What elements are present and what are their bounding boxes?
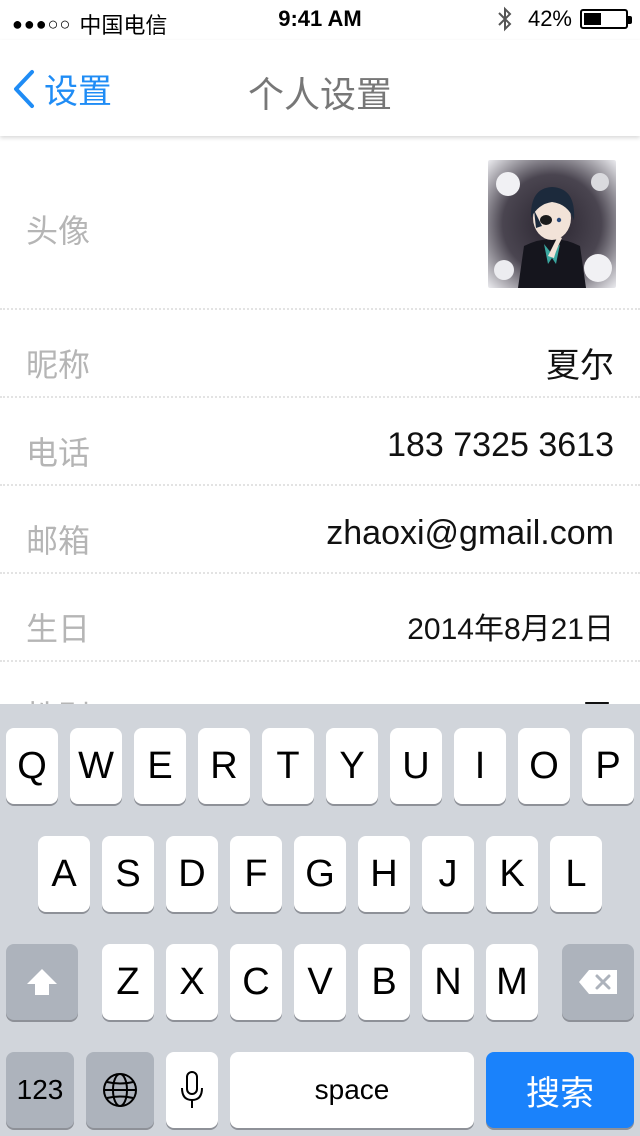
key-m[interactable]: M (486, 944, 538, 1020)
key-h[interactable]: H (358, 836, 410, 912)
key-g[interactable]: G (294, 836, 346, 912)
battery-icon (580, 9, 632, 29)
phone-row[interactable]: 电话 183 7325 3613 (0, 398, 640, 486)
page-title: 个人设置 (247, 74, 392, 115)
key-c[interactable]: C (230, 944, 282, 1020)
battery-percent: 42% (527, 6, 572, 31)
key-j[interactable]: J (422, 836, 474, 912)
keyboard: Q W E R T Y U I O P A S D F G H J K L Z … (0, 704, 640, 1136)
backspace-icon (579, 970, 617, 994)
phone-value: 183 7325 3613 (387, 426, 614, 464)
globe-icon (103, 1073, 137, 1107)
key-t[interactable]: T (262, 728, 314, 804)
nickname-label: 昵称 (26, 347, 91, 383)
key-d[interactable]: D (166, 836, 218, 912)
birthday-row[interactable]: 生日 2014年8月21日 (0, 574, 640, 662)
key-e[interactable]: E (134, 728, 186, 804)
avatar-row[interactable]: 头像 (0, 138, 640, 310)
microphone-icon (181, 1071, 203, 1108)
avatar[interactable] (488, 160, 616, 288)
search-key[interactable]: 搜索 (486, 1052, 634, 1128)
nickname-row[interactable]: 昵称 夏尔 (0, 310, 640, 398)
key-y[interactable]: Y (326, 728, 378, 804)
key-x[interactable]: X (166, 944, 218, 1020)
key-i[interactable]: I (454, 728, 506, 804)
status-right: 42% (496, 6, 632, 32)
birthday-value: 2014年8月21日 (407, 613, 614, 646)
key-l[interactable]: L (550, 836, 602, 912)
birthday-label: 生日 (26, 611, 91, 647)
space-key[interactable]: space (230, 1052, 474, 1128)
key-z[interactable]: Z (102, 944, 154, 1020)
nickname-value: 夏尔 (546, 347, 614, 385)
key-s[interactable]: S (102, 836, 154, 912)
email-value: zhaoxi@gmail.com (326, 514, 614, 552)
profile-list: 头像 昵称 夏尔 电话 183 7325 3613 邮箱 zhaoxi@gmai… (0, 138, 640, 722)
key-p[interactable]: P (582, 728, 634, 804)
email-label: 邮箱 (26, 523, 91, 559)
globe-key[interactable] (86, 1052, 154, 1128)
battery-tip (628, 16, 632, 24)
key-f[interactable]: F (230, 836, 282, 912)
key-q[interactable]: Q (6, 728, 58, 804)
shift-key[interactable] (6, 944, 78, 1020)
key-v[interactable]: V (294, 944, 346, 1020)
delete-key[interactable] (562, 944, 634, 1020)
shift-arrow-icon (27, 969, 57, 995)
key-a[interactable]: A (38, 836, 90, 912)
bluetooth-icon (498, 6, 512, 32)
avatar-image (488, 160, 616, 288)
avatar-label: 头像 (26, 213, 91, 249)
status-bar: ●●●○○ 中国电信 9:41 AM 42% (0, 0, 640, 40)
key-k[interactable]: K (486, 836, 538, 912)
phone-label: 电话 (26, 435, 91, 471)
dictation-key[interactable] (166, 1052, 218, 1128)
navigation-bar: 设置 个人设置 (0, 40, 640, 136)
key-b[interactable]: B (358, 944, 410, 1020)
key-o[interactable]: O (518, 728, 570, 804)
key-n[interactable]: N (422, 944, 474, 1020)
key-u[interactable]: U (390, 728, 442, 804)
key-w[interactable]: W (70, 728, 122, 804)
numbers-key[interactable]: 123 (6, 1052, 74, 1128)
key-r[interactable]: R (198, 728, 250, 804)
battery-fill (584, 13, 601, 25)
email-row[interactable]: 邮箱 zhaoxi@gmail.com (0, 486, 640, 574)
